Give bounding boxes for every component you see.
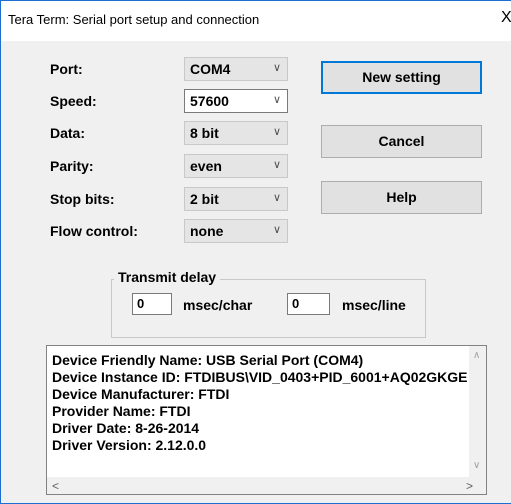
msec-char-label: msec/char [183, 297, 253, 313]
vertical-scrollbar[interactable]: ∧ ∨ [469, 346, 486, 477]
close-icon[interactable]: X [501, 9, 511, 27]
device-info-line: Device Manufacturer: FTDI [52, 386, 230, 402]
device-info-line: Device Friendly Name: USB Serial Port (C… [52, 352, 364, 368]
speed-label: Speed: [50, 93, 97, 109]
scroll-left-icon[interactable]: < [52, 479, 59, 493]
chevron-down-icon: ∨ [272, 159, 281, 171]
device-info-line: Driver Version: 2.12.0.0 [52, 437, 207, 453]
device-info-box[interactable]: Device Friendly Name: USB Serial Port (C… [46, 345, 487, 495]
chevron-down-icon: ∨ [272, 126, 281, 138]
msec-line-label: msec/line [342, 297, 406, 313]
speed-value: 57600 [190, 93, 229, 109]
device-info-line: Driver Date: 8-26-2014 [52, 420, 200, 436]
title-bar: Tera Term: Serial port setup and connect… [1, 1, 511, 41]
msec-line-input[interactable]: 0 [287, 293, 330, 315]
msec-char-input[interactable]: 0 [132, 293, 172, 315]
help-button[interactable]: Help [321, 181, 482, 214]
device-info-line: Provider Name: FTDI [52, 403, 191, 419]
flow-control-value: none [190, 223, 224, 239]
data-select[interactable]: 8 bit ∨ [184, 121, 288, 145]
parity-select[interactable]: even ∨ [184, 154, 288, 178]
port-select[interactable]: COM4 ∨ [184, 57, 288, 81]
scroll-up-icon[interactable]: ∧ [473, 350, 480, 361]
parity-value: even [190, 158, 222, 174]
window-title: Tera Term: Serial port setup and connect… [8, 12, 260, 27]
scroll-down-icon[interactable]: ∨ [473, 460, 480, 471]
data-value: 8 bit [190, 125, 219, 141]
chevron-down-icon: ∨ [272, 62, 281, 74]
chevron-down-icon: ∨ [272, 224, 281, 236]
stop-bits-select[interactable]: 2 bit ∨ [184, 187, 288, 211]
port-value: COM4 [190, 61, 231, 77]
speed-combobox[interactable]: 57600 ∨ [184, 89, 288, 113]
new-setting-button[interactable]: New setting [321, 61, 482, 94]
device-info-line: Device Instance ID: FTDIBUS\VID_0403+PID… [52, 369, 468, 385]
serial-setup-dialog: Tera Term: Serial port setup and connect… [0, 0, 511, 504]
flow-control-label: Flow control: [50, 223, 138, 239]
cancel-button[interactable]: Cancel [321, 125, 482, 158]
horizontal-scrollbar[interactable]: < > [47, 477, 486, 494]
transmit-delay-title: Transmit delay [114, 269, 221, 285]
flow-control-select[interactable]: none ∨ [184, 219, 288, 243]
data-label: Data: [50, 125, 86, 141]
stop-bits-value: 2 bit [190, 191, 219, 207]
parity-label: Parity: [50, 158, 94, 174]
scroll-right-icon[interactable]: > [466, 479, 473, 493]
stop-bits-label: Stop bits: [50, 191, 115, 207]
port-label: Port: [50, 61, 83, 77]
chevron-down-icon: ∨ [272, 94, 281, 106]
chevron-down-icon: ∨ [272, 192, 281, 204]
